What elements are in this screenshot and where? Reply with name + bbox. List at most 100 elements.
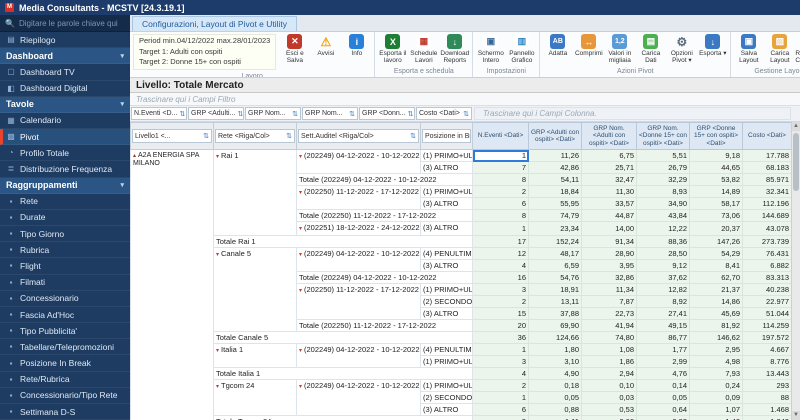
value-cell[interactable]: 44,87: [581, 209, 637, 222]
value-cell[interactable]: 0,83: [636, 415, 690, 420]
value-cell[interactable]: 152,24: [528, 235, 582, 248]
sidebar-item-filmati[interactable]: ▪ Filmati: [0, 275, 130, 291]
sidebar-item-profilo-totale[interactable]: ◔ Profilo Totale: [0, 145, 130, 162]
value-cell[interactable]: 2: [472, 379, 529, 392]
value-cell[interactable]: 54,11: [528, 173, 582, 186]
posizione-cell[interactable]: (4) PENULTIMO: [420, 247, 473, 260]
value-cell[interactable]: 7,93: [689, 367, 743, 380]
value-cell[interactable]: 18,84: [528, 185, 582, 198]
value-cell[interactable]: 8: [472, 173, 529, 186]
collapse-arrow-icon[interactable]: ▾: [299, 226, 302, 232]
value-cell[interactable]: 81,92: [689, 319, 743, 332]
value-cell[interactable]: 49,15: [636, 319, 690, 332]
settimana-cell[interactable]: ▾ (202249) 04-12-2022 - 10-12-2022: [296, 149, 421, 174]
value-cell[interactable]: 1.468: [742, 403, 792, 416]
value-cell[interactable]: 1,08: [581, 343, 637, 356]
data-field-chip-costo-dati[interactable]: Costo <Dati> ⇅: [416, 107, 472, 120]
scroll-up-icon[interactable]: ▲: [792, 122, 800, 131]
data-field-chip-grp-nom[interactable]: GRP Nom... ⇅: [245, 107, 301, 120]
value-cell[interactable]: 88: [742, 391, 792, 404]
value-cell[interactable]: 293: [742, 379, 792, 392]
value-cell[interactable]: 4,90: [528, 367, 582, 380]
value-cell[interactable]: 9,12: [636, 259, 690, 272]
schermo-intero-button[interactable]: ▣ Schermo Intero: [475, 33, 506, 64]
value-cell[interactable]: 6,59: [528, 259, 582, 272]
collapse-arrow-icon[interactable]: ▾: [299, 348, 302, 354]
data-column-header-grp-nom-adulti-con-ospiti-dati[interactable]: GRP Nom. <Adulti con ospiti> <Dati>: [581, 122, 637, 150]
collapse-arrow-icon[interactable]: ▾: [299, 252, 302, 258]
value-cell[interactable]: 28,90: [581, 247, 637, 260]
level1-cell[interactable]: ▴ A2A ENERGIA SPA MILANO: [130, 149, 214, 420]
sidebar-item-dashboard[interactable]: Dashboard ▾: [0, 48, 130, 65]
value-cell[interactable]: 147,26: [689, 235, 743, 248]
esporta-button[interactable]: ↓ Esporta ▾: [697, 33, 728, 57]
selected-value-cell[interactable]: 1: [472, 149, 529, 162]
value-cell[interactable]: 91,34: [581, 235, 637, 248]
value-cell[interactable]: 88,36: [636, 235, 690, 248]
value-cell[interactable]: 33,57: [581, 197, 637, 210]
collapse-arrow-icon[interactable]: ▾: [299, 154, 302, 160]
sidebar-item-tipo-pubblicita[interactable]: ▪ Tipo Pubblicita': [0, 323, 130, 340]
sidebar-item-flight[interactable]: ▪ Flight: [0, 258, 130, 275]
value-cell[interactable]: 0,24: [689, 379, 743, 392]
value-cell[interactable]: 62,70: [689, 271, 743, 284]
row-field-header-posizione-in-break-3[interactable]: Posizione in Break 3...⇅: [420, 122, 473, 150]
value-cell[interactable]: 3: [472, 283, 529, 296]
posizione-cell[interactable]: (3) ALTRO: [420, 197, 473, 210]
data-column-header-grp-donne-15-con-ospiti-dati[interactable]: GRP <Donne 15+ con ospiti> <Dati>: [689, 122, 743, 150]
value-cell[interactable]: 48,17: [528, 247, 582, 260]
value-cell[interactable]: 17: [472, 235, 529, 248]
value-cell[interactable]: 18,91: [528, 283, 582, 296]
value-cell[interactable]: 2: [472, 295, 529, 308]
rete-cell[interactable]: Totale Italia 1: [213, 367, 473, 380]
value-cell[interactable]: 273.739: [742, 235, 792, 248]
value-cell[interactable]: 13.443: [742, 367, 792, 380]
value-cell[interactable]: 8,41: [689, 259, 743, 272]
value-cell[interactable]: 1,11: [528, 415, 582, 420]
value-cell[interactable]: 4,76: [636, 367, 690, 380]
sidebar-item-rete-rubrica[interactable]: ▪ Rete/Rubrica: [0, 372, 130, 388]
sidebar-item-dashboard-digital[interactable]: ◧ Dashboard Digital: [0, 81, 130, 97]
value-cell[interactable]: 55,95: [528, 197, 582, 210]
value-cell[interactable]: 22,73: [581, 307, 637, 320]
comprimi-button[interactable]: ↔ Comprimi: [573, 33, 604, 57]
value-cell[interactable]: 17.788: [742, 149, 792, 162]
scroll-down-icon[interactable]: ▼: [792, 411, 800, 420]
value-cell[interactable]: 2,95: [689, 343, 743, 356]
column-drop-zone[interactable]: Trascinare qui i Campi Colonna.: [474, 107, 791, 120]
value-cell[interactable]: 1,77: [636, 343, 690, 356]
posizione-cell[interactable]: (2) SECONDO: [420, 391, 473, 404]
value-cell[interactable]: 4,98: [689, 355, 743, 368]
sidebar-item-dashboard-tv[interactable]: ▢ Dashboard TV: [0, 64, 130, 81]
value-cell[interactable]: 6,75: [581, 149, 637, 162]
esci-e-salva-button[interactable]: ✕ Esci e Salva: [279, 33, 310, 64]
sidebar-item-distribuzione-frequenza[interactable]: ≣ Distribuzione Frequenza: [0, 161, 130, 178]
rete-cell[interactable]: ▾ Rai 1: [213, 149, 297, 236]
collapse-arrow-icon[interactable]: ▾: [216, 252, 219, 258]
value-cell[interactable]: 6.882: [742, 259, 792, 272]
value-cell[interactable]: 54,76: [528, 271, 582, 284]
value-cell[interactable]: 0,05: [636, 391, 690, 404]
settimana-cell[interactable]: ▾ (202250) 11-12-2022 - 17-12-2022: [296, 185, 421, 210]
value-cell[interactable]: 15: [472, 307, 529, 320]
rete-cell[interactable]: ▾ Tgcom 24: [213, 379, 297, 416]
value-cell[interactable]: 20: [472, 319, 529, 332]
value-cell[interactable]: 85.971: [742, 173, 792, 186]
rete-cell[interactable]: Totale Tgcom 24: [213, 415, 473, 420]
value-cell[interactable]: 51.044: [742, 307, 792, 320]
reimposta-configurazione-button[interactable]: ↺Reimposta Configurazione: [795, 33, 800, 64]
data-field-chip-grp-donn[interactable]: GRP <Donn... ⇅: [359, 107, 415, 120]
value-cell[interactable]: 76.431: [742, 247, 792, 260]
value-cell[interactable]: 0,53: [581, 403, 637, 416]
value-cell[interactable]: 7: [472, 161, 529, 174]
data-field-chip-grp-adulti[interactable]: GRP <Adulti... ⇅: [188, 107, 244, 120]
rete-cell[interactable]: Totale Canale 5: [213, 331, 473, 344]
posizione-cell[interactable]: (3) ALTRO: [420, 221, 473, 236]
rete-cell[interactable]: ▾ Italia 1: [213, 343, 297, 368]
value-cell[interactable]: 28,50: [636, 247, 690, 260]
posizione-cell[interactable]: (2) SECONDO: [420, 295, 473, 308]
settimana-cell[interactable]: ▾ (202249) 04-12-2022 - 10-12-2022: [296, 379, 421, 416]
value-cell[interactable]: 6: [472, 403, 529, 416]
value-cell[interactable]: 53,82: [689, 173, 743, 186]
value-cell[interactable]: 8,93: [636, 185, 690, 198]
